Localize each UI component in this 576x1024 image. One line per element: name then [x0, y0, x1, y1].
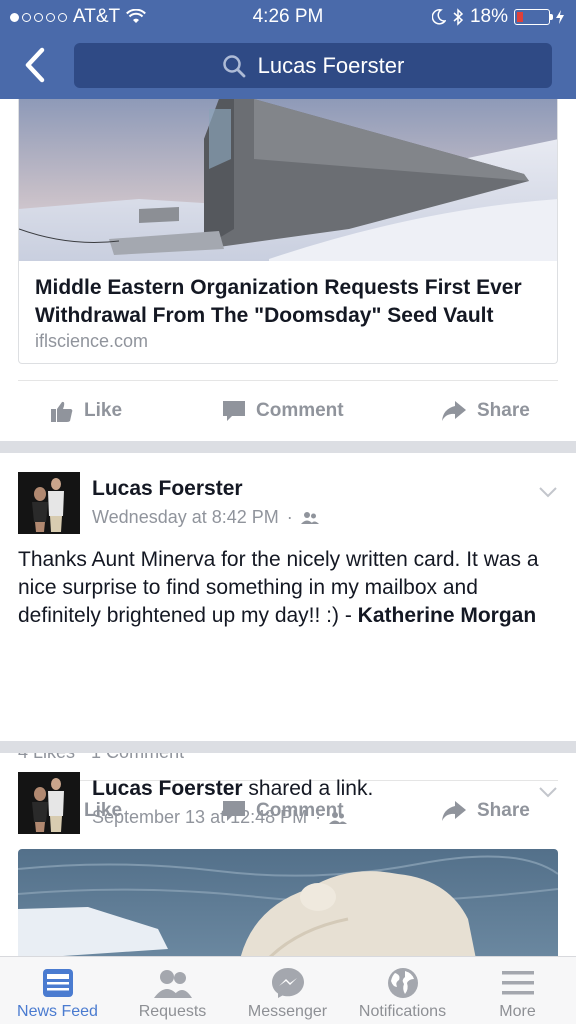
bluetooth-icon	[453, 8, 464, 26]
tab-more[interactable]: More	[460, 957, 575, 1024]
news-feed[interactable]: Middle Eastern Organization Requests Fir…	[0, 99, 576, 956]
tab-label: Messenger	[247, 1003, 328, 1020]
post-action: shared a link.	[248, 777, 374, 800]
article-headline[interactable]: Middle Eastern Organization Requests Fir…	[35, 274, 545, 330]
action-bar: Like Comment Share	[0, 381, 576, 441]
comment-label: Comment	[256, 400, 344, 421]
globe-icon	[387, 968, 418, 998]
tab-messenger[interactable]: Messenger	[230, 957, 345, 1024]
friends-privacy-icon	[300, 511, 319, 524]
like-label: Like	[84, 400, 123, 421]
tab-label: More	[499, 1003, 536, 1020]
battery-icon	[514, 9, 553, 25]
post-timestamp[interactable]: Wednesday at 8:42 PM	[92, 507, 279, 528]
chevron-down-icon[interactable]	[538, 785, 558, 799]
tab-label: Requests	[138, 1003, 207, 1020]
comment-button[interactable]: Comment	[222, 381, 344, 441]
share-arrow-icon	[442, 401, 466, 421]
search-text: Lucas Foerster	[257, 52, 405, 78]
status-right: 18%	[431, 6, 564, 28]
author-line[interactable]: Lucas Foerster shared a link.	[92, 777, 373, 801]
chevron-down-icon[interactable]	[538, 485, 558, 499]
tab-news-feed[interactable]: News Feed	[0, 957, 115, 1024]
section-separator	[0, 441, 576, 453]
author-name[interactable]: Lucas Foerster	[92, 477, 243, 501]
search-bar[interactable]: Lucas Foerster	[74, 43, 552, 88]
back-arrow-icon[interactable]	[20, 46, 48, 84]
tab-label: News Feed	[17, 1003, 98, 1020]
share-button[interactable]: Share	[441, 381, 530, 441]
comment-icon	[223, 401, 245, 421]
post-meta: September 13 at 12:48 PM ·	[92, 807, 348, 828]
messenger-icon	[271, 968, 304, 998]
friends-privacy-icon	[329, 811, 348, 824]
article-domain: iflscience.com	[35, 331, 149, 351]
news-feed-icon	[42, 969, 73, 997]
tab-notifications[interactable]: Notifications	[345, 957, 460, 1024]
like-button[interactable]: Like	[50, 381, 122, 441]
top-bar: AT&T 4:26 PM 18% Lucas Foerster	[0, 0, 576, 99]
shared-article-card[interactable]: Middle Eastern Organization Requests Fir…	[18, 99, 558, 364]
thumbs-up-icon	[51, 401, 73, 422]
post-signature: Katherine Morgan	[357, 604, 537, 627]
post-timestamp[interactable]: September 13 at 12:48 PM	[92, 807, 307, 828]
avatar[interactable]	[18, 472, 80, 534]
charging-icon	[556, 10, 564, 24]
article-image	[19, 99, 557, 261]
post-text: Thanks Aunt Minerva for the nicely writt…	[18, 548, 539, 627]
tab-label: Notifications	[358, 1003, 447, 1020]
author-name: Lucas Foerster	[92, 777, 243, 800]
share-label: Share	[477, 400, 530, 421]
search-icon	[222, 54, 246, 77]
status-bar: AT&T 4:26 PM 18%	[0, 0, 576, 34]
battery-percent: 18%	[469, 6, 508, 27]
avatar[interactable]	[18, 772, 80, 834]
friend-requests-icon	[153, 970, 192, 998]
menu-icon	[501, 971, 534, 995]
section-separator	[0, 741, 576, 753]
post-meta: Wednesday at 8:42 PM ·	[92, 507, 319, 528]
moon-icon	[431, 9, 446, 25]
bottom-tab-bar: News Feed Requests Messenger Notificatio…	[0, 956, 576, 1024]
tab-requests[interactable]: Requests	[115, 957, 230, 1024]
link-image[interactable]	[18, 849, 558, 956]
